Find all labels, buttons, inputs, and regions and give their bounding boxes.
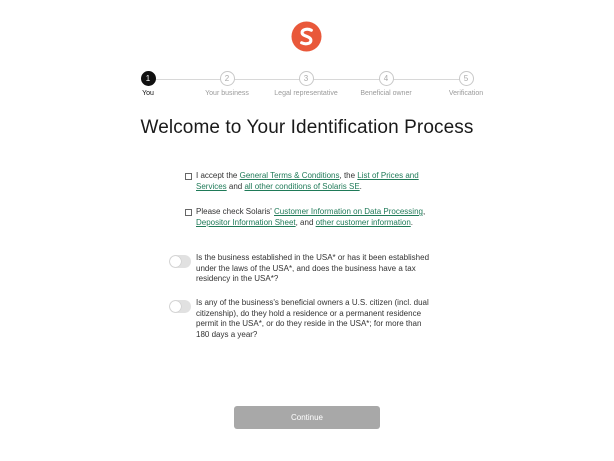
us-beneficial-owner-toggle[interactable] [169, 300, 191, 313]
step-label: Legal representative [274, 90, 338, 97]
consent-text: , the [339, 171, 358, 180]
step-label: You [142, 90, 154, 97]
step-label: Verification [448, 90, 484, 97]
customer-info-checkbox[interactable] [185, 209, 192, 216]
consent-text: , [422, 207, 426, 216]
customer-information-link[interactable]: Customer Information on Data Processing [274, 207, 423, 216]
step-number: 5 [458, 71, 474, 86]
consent-text: and [226, 181, 245, 191]
step-beneficial-owner: 4 Beneficial owner [346, 71, 426, 97]
step-number: 1 [140, 71, 156, 86]
us-beneficial-owner-question: Is any of the business's beneficial owne… [196, 298, 429, 339]
consent-text: . [410, 217, 414, 227]
us-business-question: Is the business established in the USA* … [196, 253, 430, 283]
solaris-logo-icon [291, 21, 322, 52]
depositor-information-link[interactable]: Depositor Information Sheet [196, 218, 296, 227]
step-number: 4 [378, 71, 394, 86]
general-terms-link[interactable]: General Terms & Conditions [240, 171, 340, 180]
continue-button[interactable]: Continue [234, 406, 380, 429]
step-your-business: 2 Your business [187, 71, 267, 97]
step-verification: 5 Verification [426, 71, 506, 97]
consent-text: , and [295, 217, 316, 227]
step-legal-representative: 3 Legal representative [266, 71, 346, 97]
other-customer-information-link[interactable]: other customer information [316, 218, 411, 227]
terms-consent-text: I accept the General Terms & Conditions,… [196, 171, 436, 192]
us-business-toggle[interactable] [169, 255, 191, 268]
consent-text: Please check Solaris' [196, 207, 275, 216]
other-conditions-link[interactable]: all other conditions of Solaris SE [244, 182, 359, 191]
terms-checkbox[interactable] [185, 173, 192, 180]
page-title: Welcome to Your Identification Process [140, 117, 474, 138]
step-label: Beneficial owner [360, 90, 412, 97]
consent-text: I accept the [196, 171, 240, 180]
step-number: 3 [298, 71, 314, 86]
customer-info-consent-text: Please check Solaris' Customer Informati… [196, 207, 436, 228]
toggle-knob [170, 256, 181, 267]
step-you: 1 You [108, 71, 188, 97]
toggle-knob [170, 301, 181, 312]
step-label: Your business [205, 90, 249, 97]
step-number: 2 [219, 71, 235, 86]
consent-text: . [359, 181, 362, 191]
progress-stepper: 1 You 2 Your business 3 Legal representa… [0, 71, 614, 101]
